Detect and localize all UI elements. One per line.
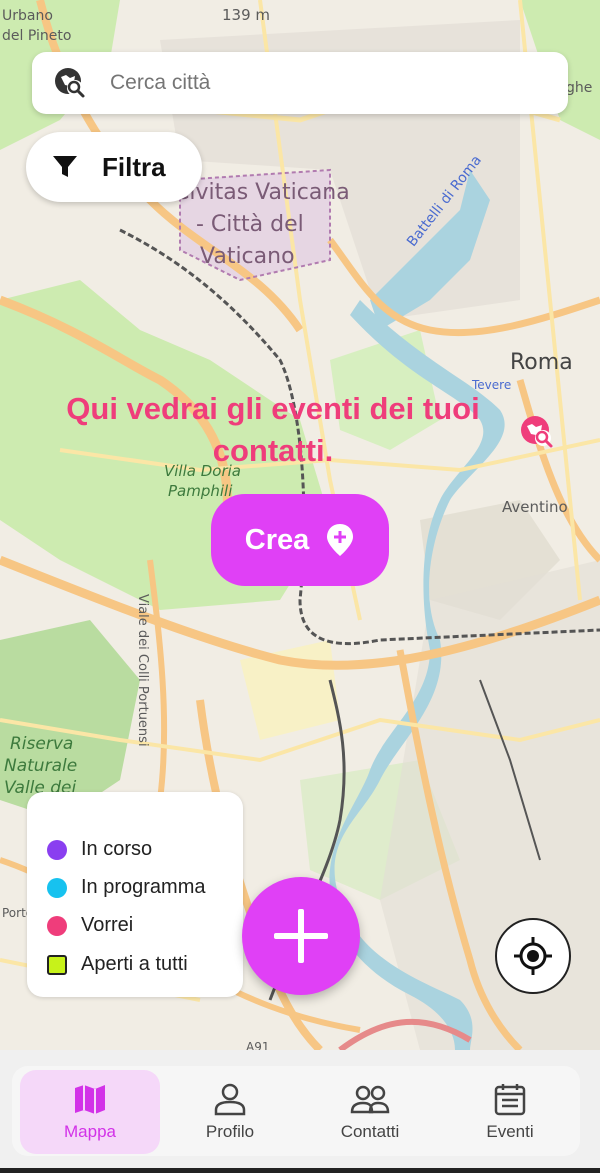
my-location-button[interactable] [495, 918, 571, 994]
plus-icon [274, 909, 328, 963]
map-label-aventino: Aventino [502, 498, 568, 516]
search-input[interactable] [108, 70, 532, 96]
filter-button[interactable]: Filtra [26, 132, 202, 202]
add-fab-button[interactable] [242, 877, 360, 995]
search-location-icon [52, 65, 88, 101]
map-label-citta: - Città del [196, 212, 304, 237]
nav-label: Profilo [205, 1122, 255, 1141]
legend-item-vorrei: Vorrei [47, 914, 133, 937]
search-location-marker-icon [521, 416, 553, 448]
map-label-riserva: Riserva [10, 734, 74, 754]
legend-dot-purple [47, 839, 67, 860]
location-pin-plus-icon [327, 524, 354, 556]
person-icon [214, 1083, 246, 1116]
nav-label: Mappa [64, 1122, 116, 1141]
map-label-urbano: Urbano [2, 8, 53, 24]
legend-panel: In corso In programma Vorrei Aperti a tu… [27, 792, 243, 997]
map-label-naturale: Naturale [4, 756, 78, 776]
map-label-pamphili: Pamphili [168, 482, 233, 500]
legend-label: Aperti a tutti [81, 953, 188, 975]
map-label-civitas: Civitas Vaticana [174, 180, 350, 205]
nav-item-profilo[interactable]: Profilo [160, 1070, 300, 1154]
nav-item-contatti[interactable]: Contatti [300, 1070, 440, 1154]
crosshair-icon [514, 937, 552, 975]
map-label-viale: Viale dei Colli Portuensi [135, 594, 150, 747]
map-label-vaticano: Vaticano [200, 244, 295, 269]
calendar-icon [494, 1084, 526, 1116]
create-event-button[interactable]: Crea [211, 494, 389, 586]
legend-label: In corso [81, 838, 153, 860]
search-bar[interactable] [32, 52, 568, 114]
system-home-bar [0, 1168, 600, 1173]
map-label-pineto: del Pineto [2, 28, 72, 44]
map-label-ghe: ghe [566, 80, 593, 96]
legend-label: Vorrei [81, 914, 134, 936]
nav-label: Eventi [486, 1122, 534, 1141]
legend-label: In programma [81, 876, 206, 898]
map-label-elevation: 139 m [222, 6, 271, 24]
map-label-roma: Roma [510, 350, 573, 375]
map-icon [75, 1085, 105, 1114]
nav-item-eventi[interactable]: Eventi [440, 1070, 580, 1154]
create-button-label: Crea [244, 523, 310, 556]
nav-item-mappa[interactable]: Mappa [20, 1070, 160, 1154]
empty-state-message: Qui vedrai gli eventi dei tuoi contatti. [66, 391, 480, 468]
funnel-icon [53, 156, 77, 177]
legend-item-in-programma: In programma [47, 876, 206, 899]
legend-dot-pink [47, 915, 67, 936]
filter-label: Filtra [102, 151, 166, 182]
legend-item-in-corso: In corso [47, 838, 152, 861]
nav-label: Contatti [340, 1122, 400, 1141]
legend-item-aperti: Aperti a tutti [47, 953, 188, 976]
people-icon [350, 1085, 390, 1114]
legend-square-lime [47, 954, 67, 975]
map-label-a91: A91 [246, 1040, 270, 1050]
legend-dot-cyan [47, 877, 67, 898]
